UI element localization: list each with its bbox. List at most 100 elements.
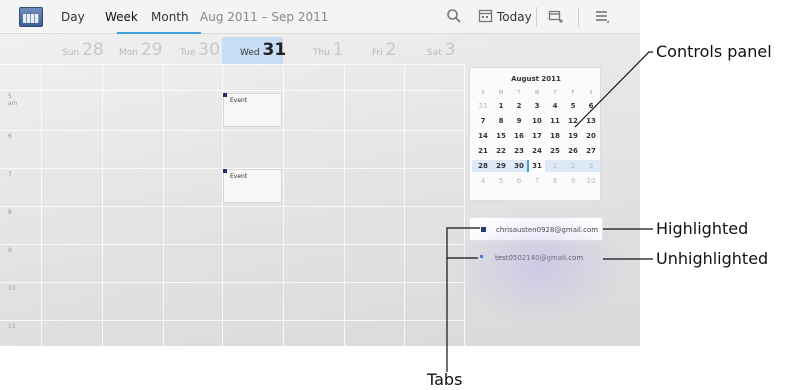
mini-day-cell[interactable]: 30 [510,162,528,171]
event-block[interactable]: Event [223,93,282,127]
tab-month[interactable]: Month [151,10,189,24]
today-button[interactable]: Today [497,10,532,24]
mini-day-cell[interactable]: 21 [474,147,492,156]
mini-day-cell[interactable]: 4 [474,177,492,186]
mini-day-cell[interactable]: 17 [528,132,546,141]
mini-weekday-label: S [589,90,593,96]
mini-day-cell[interactable]: 1 [546,162,564,171]
day-number: 29 [140,40,163,60]
tab-day[interactable]: Day [61,10,85,24]
action-bar: Day Week Month Aug 2011 – Sep 2011 Today [0,0,640,34]
mini-day-cell[interactable]: 31 [474,102,492,111]
callout-unhighlighted: Unhighlighted [656,249,769,268]
mini-day-cell[interactable]: 31 [528,162,546,171]
calendar-account-highlighted[interactable]: chrisausten0928@gmail.com [469,217,603,241]
hour-label: 10 [8,285,16,292]
mini-day-cell[interactable]: 13 [582,117,600,126]
hour-label: 8 [8,209,12,216]
mini-day-cell[interactable]: 10 [582,177,600,186]
day-header-mon[interactable]: Mon 29 [119,40,163,64]
grid-line [464,64,465,346]
mini-day-cell[interactable]: 19 [564,132,582,141]
day-of-week: Wed [240,48,260,58]
mini-day-cell[interactable]: 12 [564,117,582,126]
event-block[interactable]: Event [223,169,282,203]
callout-tabs: Tabs [427,370,463,389]
day-header-sat[interactable]: Sat 3 [427,40,455,64]
mini-day-cell[interactable]: 24 [528,147,546,156]
mini-day-cell[interactable]: 10 [528,117,546,126]
day-header-fri[interactable]: Fri 2 [372,40,396,64]
grid-line [0,320,464,321]
mini-day-cell[interactable]: 25 [546,147,564,156]
tab-week[interactable]: Week [105,10,138,24]
grid-line [0,130,464,131]
mini-day-cell[interactable]: 28 [474,162,492,171]
grid-line [283,64,284,346]
overflow-menu-icon[interactable] [594,8,610,27]
mini-day-cell[interactable]: 9 [510,117,528,126]
grid-line [404,64,405,346]
day-header-sun[interactable]: Sun 28 [62,40,104,64]
mini-day-cell[interactable]: 8 [492,117,510,126]
day-header-tue[interactable]: Tue 30 [180,40,220,64]
day-of-week: Sat [427,48,442,58]
mini-day-cell[interactable]: 1 [492,102,510,111]
calendar-account-unhighlighted[interactable]: test0502140@gmail.com [469,248,603,272]
mini-day-cell[interactable]: 14 [474,132,492,141]
grid-line [0,64,464,65]
account-email: test0502140@gmail.com [495,254,584,262]
today-calendar-icon[interactable] [478,8,493,26]
grid-line [41,64,42,346]
mini-day-cell[interactable]: 15 [492,132,510,141]
hour-label: 6 [8,133,12,140]
mini-day-cell[interactable]: 7 [528,177,546,186]
day-header-thu[interactable]: Thu 1 [313,40,344,64]
mini-day-cell[interactable]: 5 [492,177,510,186]
mini-day-cell[interactable]: 6 [582,102,600,111]
grid-line [102,64,103,346]
mini-day-cell[interactable]: 3 [528,102,546,111]
mini-day-cell[interactable]: 3 [582,162,600,171]
day-of-week: Mon [119,48,138,58]
day-number: 1 [332,40,344,60]
grid-line [0,90,464,91]
mini-day-cell[interactable]: 8 [546,177,564,186]
mini-day-cell[interactable]: 18 [546,132,564,141]
new-event-icon[interactable] [548,8,564,27]
mini-weekday-label: T [553,90,557,96]
day-number: 30 [198,40,220,60]
mini-day-cell[interactable]: 5 [564,102,582,111]
mini-day-cell[interactable]: 6 [510,177,528,186]
mini-day-cell[interactable]: 7 [474,117,492,126]
mini-weekday-label: T [517,90,521,96]
mini-day-cell[interactable]: 23 [510,147,528,156]
mini-weekday-label: W [534,90,540,96]
grid-line [0,244,464,245]
mini-day-cell[interactable]: 4 [546,102,564,111]
mini-day-cell[interactable]: 26 [564,147,582,156]
mini-day-cell[interactable]: 11 [546,117,564,126]
mini-weekday-label: F [571,90,575,96]
day-of-week: Sun [62,48,80,58]
mini-day-cell[interactable]: 2 [564,162,582,171]
calendar-app-icon[interactable] [19,7,43,27]
event-color-marker [223,93,227,97]
mini-month-title: August 2011 [511,75,561,83]
mini-day-cell[interactable]: 20 [582,132,600,141]
hour-label: 9 [8,247,12,254]
mini-day-cell[interactable]: 29 [492,162,510,171]
search-icon[interactable] [446,8,462,27]
mini-day-cell[interactable]: 2 [510,102,528,111]
action-bar-divider [578,7,579,27]
day-number: 3 [444,40,456,60]
mini-day-cell[interactable]: 27 [582,147,600,156]
mini-weekday-label: M [498,90,504,96]
hour-label: 5 am [8,93,18,107]
mini-day-cell[interactable]: 22 [492,147,510,156]
hour-label: 11 [8,323,16,330]
mini-day-cell[interactable]: 16 [510,132,528,141]
day-of-week: Thu [313,48,330,58]
day-header-wed[interactable]: Wed 31 [240,40,286,64]
mini-day-cell[interactable]: 9 [564,177,582,186]
